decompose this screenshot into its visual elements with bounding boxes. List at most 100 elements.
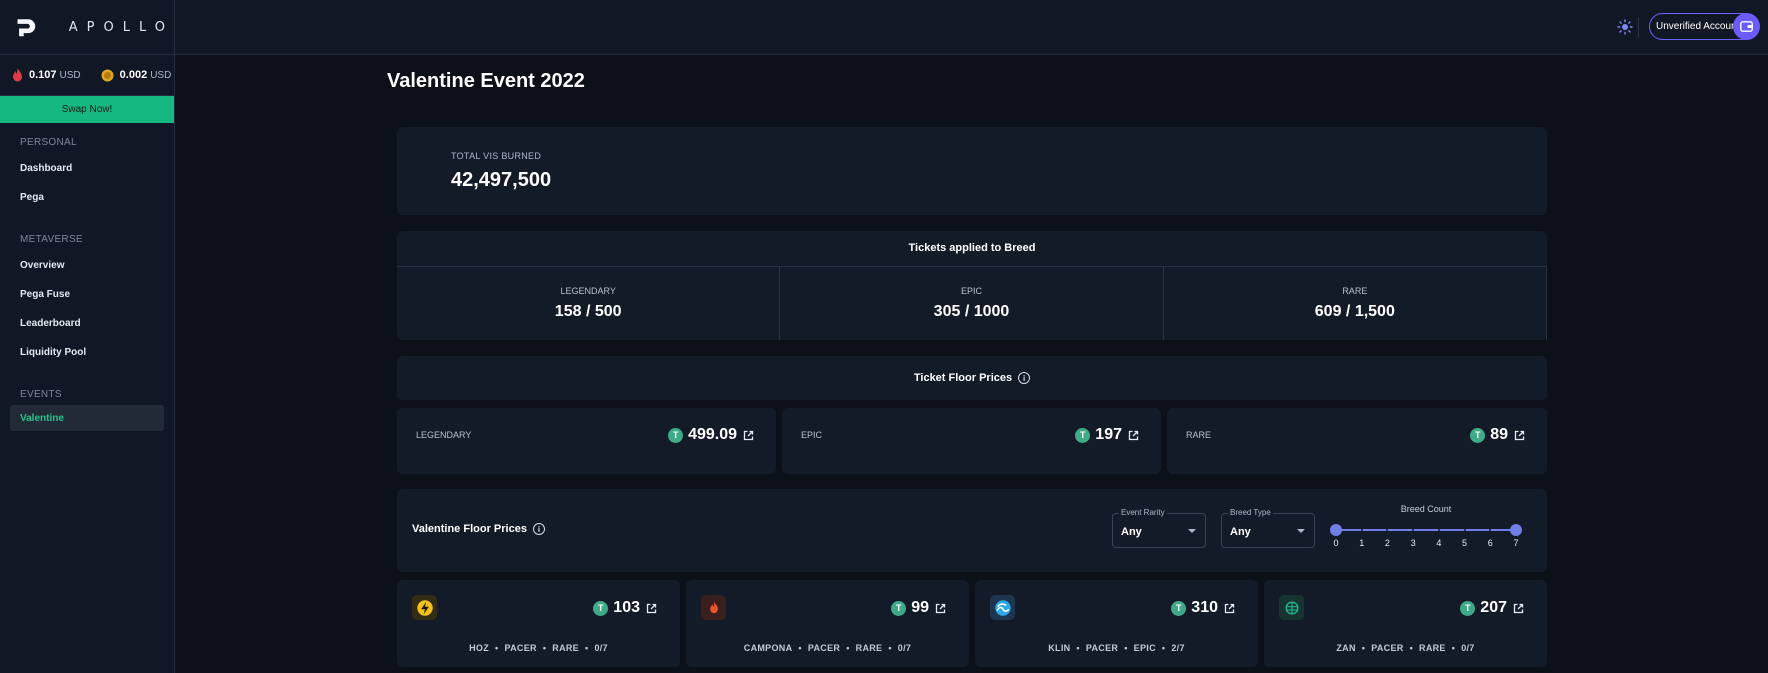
valentine-pega-card[interactable]: T 207 ZAN • PACER • RARE • 0/7 xyxy=(1264,580,1547,667)
page-title: Valentine Event 2022 xyxy=(387,70,585,92)
slider-mark-label: 5 xyxy=(1462,538,1468,548)
sidebar-item-pega-fuse[interactable]: Pega Fuse xyxy=(0,280,174,309)
floor-rare-value: 89 xyxy=(1490,426,1508,443)
pega-name: HOZ xyxy=(469,643,490,653)
slider-tick xyxy=(1386,529,1389,531)
floor-epic-value: 197 xyxy=(1095,426,1122,443)
breed-type-select[interactable]: Breed Type Any xyxy=(1221,508,1315,548)
valentine-pega-card[interactable]: T 99 CAMPONA • PACER • RARE • 0/7 xyxy=(686,580,969,667)
account-button[interactable]: Unverified Account xyxy=(1649,13,1760,40)
apollo-logo-icon xyxy=(17,19,36,37)
slider-tick xyxy=(1360,529,1363,531)
event-rarity-value: Any xyxy=(1121,526,1142,538)
separator-dot: • xyxy=(846,643,850,653)
event-rarity-label: Event Rarity xyxy=(1119,508,1167,517)
separator-dot: • xyxy=(1451,643,1456,653)
tickets-row: LEGENDARY 158 / 500 EPIC 305 / 1000 RARE… xyxy=(397,266,1547,340)
tickets-rare-value: 609 / 1,500 xyxy=(1314,303,1395,320)
pega-rarity: RARE xyxy=(855,643,883,653)
separator-dot: • xyxy=(1161,643,1166,653)
external-link-icon[interactable] xyxy=(1224,603,1235,614)
logo[interactable]: APOLLO xyxy=(0,0,174,55)
sidebar-item-pega[interactable]: Pega xyxy=(0,183,174,212)
breed-type-value: Any xyxy=(1230,526,1251,538)
separator-dot: • xyxy=(1409,643,1414,653)
slider-tick xyxy=(1412,529,1415,531)
tickets-epic-label: EPIC xyxy=(960,286,982,296)
external-link-icon[interactable] xyxy=(1514,430,1525,441)
slider-tick xyxy=(1463,529,1466,531)
pega-type: PACER xyxy=(807,643,841,653)
fire-icon xyxy=(701,595,726,620)
slider-thumb-min[interactable] xyxy=(1330,524,1342,536)
pega-price-value: 310 xyxy=(1191,599,1218,616)
tether-icon: T xyxy=(593,600,609,616)
valentine-pega-card[interactable]: T 310 KLIN • PACER • EPIC • 2/7 xyxy=(975,580,1258,667)
separator-dot: • xyxy=(584,643,589,653)
pgx-price-currency: USD xyxy=(150,69,172,81)
pega-name: ZAN xyxy=(1336,643,1356,653)
sidebar-item-leaderboard[interactable]: Leaderboard xyxy=(0,309,174,338)
slider-mark-label: 6 xyxy=(1487,538,1493,548)
breed-type-label: Breed Type xyxy=(1228,508,1273,517)
valentine-pega-card[interactable]: T 103 HOZ • PACER • RARE • 0/7 xyxy=(397,580,680,667)
pega-price-value: 103 xyxy=(613,599,640,616)
pgx-price: 0.002 USD xyxy=(101,69,172,82)
floor-rare-price: T 89 xyxy=(1470,426,1525,444)
valentine-floor-title: Valentine Floor Prices xyxy=(412,523,527,535)
pega-name: CAMPONA xyxy=(743,643,793,653)
info-icon[interactable]: i xyxy=(1018,372,1031,384)
vis-price-currency: USD xyxy=(59,69,81,81)
tether-icon: T xyxy=(1470,427,1486,443)
floor-legendary-label: LEGENDARY xyxy=(416,430,472,440)
pega-breeds: 0/7 xyxy=(897,643,912,653)
ticket-floor-header: Ticket Floor Prices i xyxy=(397,356,1547,400)
separator-dot: • xyxy=(495,643,499,653)
pega-rarity: RARE xyxy=(552,643,579,653)
slider-tick xyxy=(1437,529,1440,531)
separator-dot: • xyxy=(888,643,892,653)
slider-mark-label: 0 xyxy=(1333,538,1339,548)
sidebar: APOLLO 0.107 USD 0.002 USD Swap Now! PER… xyxy=(0,0,175,673)
sidebar-item-overview[interactable]: Overview xyxy=(0,251,174,280)
tickets-epic: EPIC 305 / 1000 xyxy=(780,267,1164,340)
nav-section-personal: PERSONAL xyxy=(20,137,77,148)
sidebar-item-valentine[interactable]: Valentine xyxy=(10,405,164,431)
total-burned-value: 42,497,500 xyxy=(451,169,552,191)
pega-rarity: EPIC xyxy=(1133,643,1156,653)
chevron-down-icon xyxy=(1297,529,1305,533)
floor-card-legendary: LEGENDARY T 499.09 xyxy=(397,408,776,474)
pgx-coin-icon xyxy=(101,69,114,81)
slider-mark-label: 3 xyxy=(1410,538,1416,548)
separator-dot: • xyxy=(542,643,547,653)
event-rarity-select[interactable]: Event Rarity Any xyxy=(1112,508,1206,548)
pega-meta: KLIN • PACER • EPIC • 2/7 xyxy=(975,643,1258,653)
breed-count-slider[interactable]: 0 1 2 3 4 5 6 7 xyxy=(1328,524,1524,554)
sidebar-item-dashboard[interactable]: Dashboard xyxy=(0,154,174,183)
pega-meta: HOZ • PACER • RARE • 0/7 xyxy=(397,643,680,653)
swap-now-button[interactable]: Swap Now! xyxy=(0,96,174,123)
external-link-icon[interactable] xyxy=(1513,603,1524,614)
pega-meta: CAMPONA • PACER • RARE • 0/7 xyxy=(686,643,969,653)
pega-price-value: 207 xyxy=(1480,599,1507,616)
external-link-icon[interactable] xyxy=(935,603,946,614)
external-link-icon[interactable] xyxy=(646,603,657,614)
tickets-title: Tickets applied to Breed xyxy=(908,242,1036,254)
slider-thumb-max[interactable] xyxy=(1510,524,1522,536)
tickets-epic-value: 305 / 1000 xyxy=(933,303,1010,320)
tickets-rare-label: RARE xyxy=(1342,286,1368,296)
pega-price: T 310 xyxy=(1171,599,1235,617)
tether-icon: T xyxy=(1171,600,1187,616)
info-icon[interactable]: i xyxy=(532,523,545,535)
external-link-icon[interactable] xyxy=(1128,430,1139,441)
vis-price: 0.107 USD xyxy=(12,68,81,82)
pega-name: KLIN xyxy=(1048,643,1071,653)
pega-breeds: 2/7 xyxy=(1171,643,1185,653)
pega-breeds: 0/7 xyxy=(1461,643,1475,653)
tickets-legendary: LEGENDARY 158 / 500 xyxy=(397,267,781,340)
theme-toggle-sun-icon[interactable] xyxy=(1617,19,1633,35)
token-prices: 0.107 USD 0.002 USD xyxy=(0,55,174,96)
total-burned-card: TOTAL VIS BURNED 42,497,500 xyxy=(397,127,1547,215)
sidebar-item-liquidity-pool[interactable]: Liquidity Pool xyxy=(0,338,174,367)
external-link-icon[interactable] xyxy=(743,430,754,441)
